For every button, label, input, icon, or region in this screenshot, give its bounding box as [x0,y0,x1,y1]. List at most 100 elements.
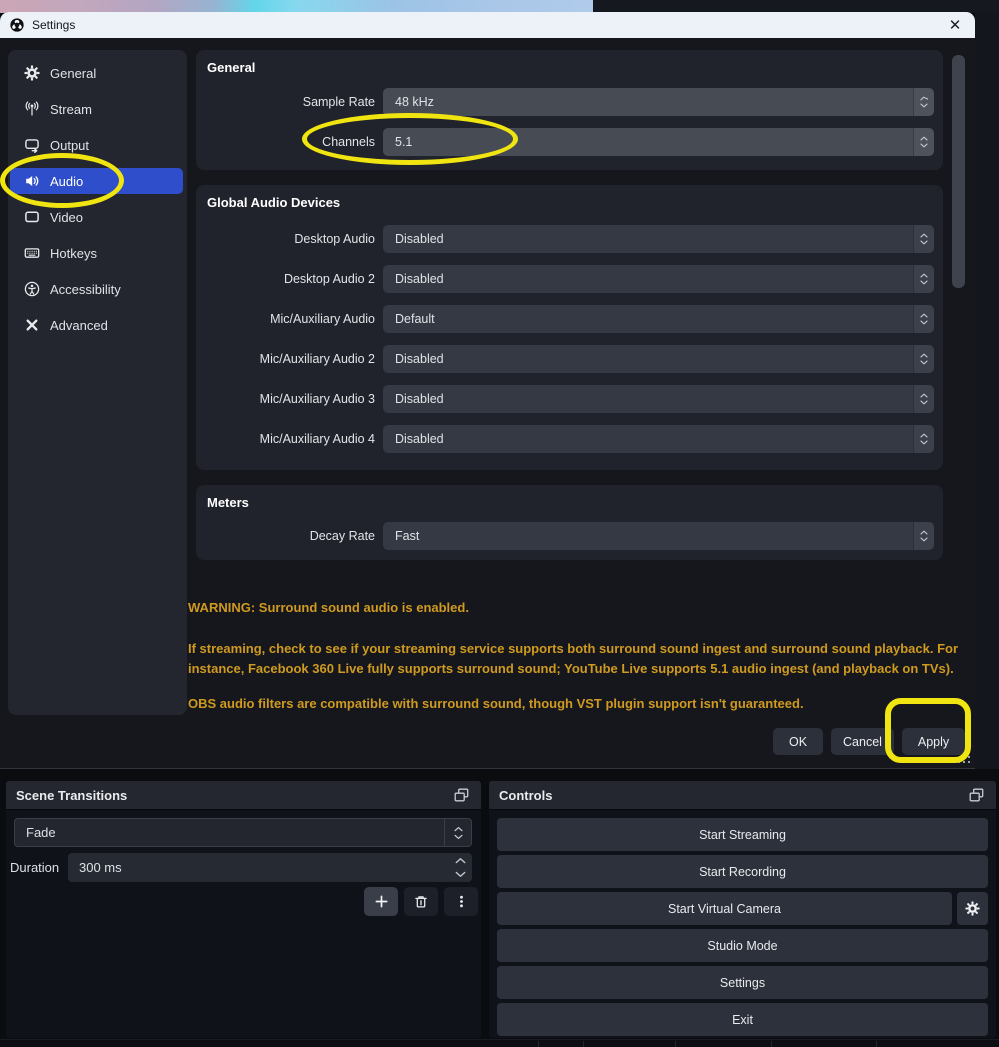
decay-rate-value: Fast [395,529,419,543]
spinner-icon [913,265,934,293]
decay-rate-select[interactable]: Fast [383,522,934,550]
sidebar-item-stream[interactable]: Stream [10,96,183,122]
settings-dialog: Settings ✕ [0,12,975,769]
field-label: Desktop Audio [206,232,375,246]
field-value: Disabled [395,232,444,246]
spinner-icon [913,522,934,550]
sidebar-item-accessibility[interactable]: Accessibility [10,276,183,302]
speaker-icon [24,173,40,189]
sidebar-item-output[interactable]: Output [10,132,183,158]
keyboard-icon [24,245,40,261]
mic-aux-audio-3-row: Mic/Auxiliary Audio 3 Disabled [206,385,934,413]
sidebar-item-advanced[interactable]: Advanced [10,312,183,338]
decay-rate-row: Decay Rate Fast [206,522,934,550]
vertical-scrollbar[interactable] [952,55,965,288]
channels-value: 5.1 [395,135,412,149]
popout-panel-icon[interactable] [451,785,471,805]
mic-aux-audio-row: Mic/Auxiliary Audio Default [206,305,934,333]
remove-transition-button[interactable] [404,887,438,916]
desktop-audio-row: Desktop Audio Disabled [206,225,934,253]
section-general: General Sample Rate 48 kHz Channels 5.1 [196,50,943,170]
monitor-icon [24,209,40,225]
scene-transitions-panel: Scene Transitions Fade Duration 300 ms [6,781,481,1038]
mic-aux-audio-2-select[interactable]: Disabled [383,345,934,373]
duration-row: Duration 300 ms [10,853,472,882]
sample-rate-select[interactable]: 48 kHz [383,88,934,116]
resize-grip[interactable] [958,751,972,765]
gear-icon [965,901,980,916]
field-value: Disabled [395,352,444,366]
accessibility-person-icon [24,281,40,297]
sidebar-item-label: Hotkeys [50,246,97,261]
virtual-camera-settings-button[interactable] [957,892,988,925]
spinbox-arrows-icon [455,857,466,878]
sidebar-item-video[interactable]: Video [10,204,183,230]
start-virtual-camera-button[interactable]: Start Virtual Camera [497,892,952,925]
exit-button[interactable]: Exit [497,1003,988,1036]
field-label: Mic/Auxiliary Audio 3 [206,392,375,406]
mic-aux-audio-select[interactable]: Default [383,305,934,333]
start-streaming-button[interactable]: Start Streaming [497,818,988,851]
mic-aux-audio-2-row: Mic/Auxiliary Audio 2 Disabled [206,345,934,373]
output-screen-icon [24,137,40,153]
sidebar-item-audio[interactable]: Audio [10,168,183,194]
duration-label: Duration [10,860,68,875]
sidebar-item-general[interactable]: General [10,60,183,86]
studio-mode-button[interactable]: Studio Mode [497,929,988,962]
plus-icon [374,894,389,909]
apply-button[interactable]: Apply [902,728,965,755]
transition-properties-button[interactable] [444,887,478,916]
sample-rate-row: Sample Rate 48 kHz [206,88,934,116]
warning-paragraph: If streaming, check to see if your strea… [188,639,960,679]
controls-header: Controls [489,781,996,810]
spinner-icon [913,88,934,116]
close-icon[interactable]: ✕ [943,14,967,36]
obs-window-edge-right [975,13,999,769]
channels-select[interactable]: 5.1 [383,128,934,156]
field-label: Mic/Auxiliary Audio [206,312,375,326]
section-header: General [207,60,255,75]
cancel-button[interactable]: Cancel [831,728,894,755]
mic-aux-audio-4-select[interactable]: Disabled [383,425,934,453]
trash-icon [413,894,429,910]
spinner-icon [913,345,934,373]
duration-spinbox[interactable]: 300 ms [68,853,472,882]
field-value: Disabled [395,432,444,446]
section-header: Meters [207,495,249,510]
field-label: Mic/Auxiliary Audio 2 [206,352,375,366]
field-value: Default [395,312,435,326]
desktop-audio-select[interactable]: Disabled [383,225,934,253]
ok-button[interactable]: OK [773,728,823,755]
spinner-icon [913,425,934,453]
field-value: Disabled [395,272,444,286]
controls-button-stack: Start Streaming Start Recording Start Vi… [497,818,988,1036]
decay-rate-label: Decay Rate [206,529,375,543]
transition-select[interactable]: Fade [14,818,472,847]
mic-aux-audio-3-select[interactable]: Disabled [383,385,934,413]
scene-transitions-header: Scene Transitions [6,781,481,810]
sidebar-item-label: Audio [50,174,83,189]
section-header: Global Audio Devices [207,195,340,210]
settings-sidebar: General Stream Outp [8,50,187,715]
desktop-audio-2-select[interactable]: Disabled [383,265,934,293]
sidebar-item-hotkeys[interactable]: Hotkeys [10,240,183,266]
duration-value: 300 ms [79,860,122,875]
settings-button[interactable]: Settings [497,966,988,999]
mic-aux-audio-4-row: Mic/Auxiliary Audio 4 Disabled [206,425,934,453]
dialog-button-row: OK Cancel Apply [773,728,965,755]
sidebar-item-label: Video [50,210,83,225]
desktop-audio-2-row: Desktop Audio 2 Disabled [206,265,934,293]
transition-value: Fade [26,825,56,840]
start-recording-button[interactable]: Start Recording [497,855,988,888]
crossed-tools-icon [24,317,40,333]
add-transition-button[interactable] [364,887,398,916]
dialog-titlebar[interactable]: Settings ✕ [0,12,975,38]
surround-sound-warning: WARNING: Surround sound audio is enabled… [188,598,960,714]
kebab-menu-icon [454,894,469,909]
virtual-camera-row: Start Virtual Camera [497,892,988,925]
popout-panel-icon[interactable] [966,785,986,805]
spinner-icon [913,225,934,253]
panel-title: Scene Transitions [16,788,127,803]
spinner-icon [913,385,934,413]
warning-line-2: OBS audio filters are compatible with su… [188,694,960,714]
